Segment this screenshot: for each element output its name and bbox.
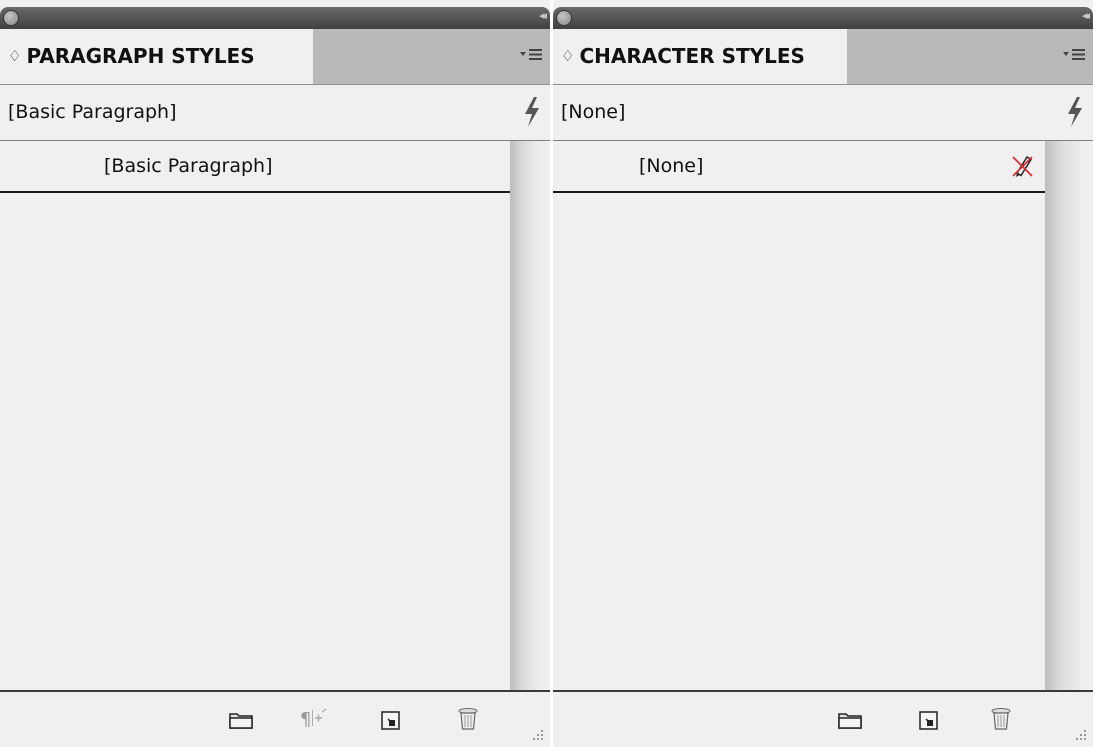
current-style-label: [Basic Paragraph] [8,101,177,123]
panel-footer [553,690,1093,747]
list-area: [Basic Paragraph] [0,141,510,691]
styles-list: [None] [553,140,1093,691]
resize-grip-icon[interactable] [528,725,544,741]
new-style-icon[interactable] [380,710,402,732]
scrollbar[interactable] [510,141,550,691]
panel-menu-icon [1063,49,1085,60]
panel-footer: ¶ [0,690,550,747]
style-name: [None] [639,155,704,177]
folder-icon[interactable] [228,710,254,730]
styles-list: [Basic Paragraph] [0,140,550,691]
trash-icon[interactable] [456,706,480,732]
character-styles-panel: ◂◂ ♢ CHARACTER STYLES [None] [None] [553,0,1093,747]
list-item[interactable]: [None] [553,141,1045,193]
paragraph-styles-panel: ◂◂ ♢ PARAGRAPH STYLES [Basic Paragraph] [… [0,0,550,747]
tab-bar: ♢ PARAGRAPH STYLES [0,29,550,85]
svg-text:¶: ¶ [300,709,311,730]
collapse-icon[interactable]: ◂◂ [1082,9,1090,22]
panel-menu-button[interactable] [518,43,544,67]
panel-titlebar[interactable]: ◂◂ [553,7,1093,29]
new-style-icon[interactable] [918,710,940,732]
clear-overrides-icon[interactable]: ¶ [300,707,330,731]
sort-arrows-icon: ♢ [8,47,22,65]
tab-character-styles[interactable]: ♢ CHARACTER STYLES [553,29,847,84]
panel-menu-button[interactable] [1061,43,1087,67]
lightning-bolt-icon[interactable] [522,96,542,128]
edit-disabled-icon [1012,155,1033,177]
tab-label: CHARACTER STYLES [579,44,805,68]
sort-arrows-icon: ♢ [561,47,575,65]
tab-paragraph-styles[interactable]: ♢ PARAGRAPH STYLES [0,29,313,84]
panel-titlebar[interactable]: ◂◂ [0,7,550,29]
close-button[interactable] [3,10,19,26]
folder-icon[interactable] [837,710,863,730]
current-style-label: [None] [561,101,626,123]
close-button[interactable] [556,10,572,26]
list-item[interactable]: [Basic Paragraph] [0,141,510,193]
style-name: [Basic Paragraph] [104,155,273,177]
current-style-row: [None] [553,85,1093,140]
tab-bar: ♢ CHARACTER STYLES [553,29,1093,85]
scrollbar[interactable] [1045,141,1093,691]
collapse-icon[interactable]: ◂◂ [539,9,547,22]
trash-icon[interactable] [989,706,1013,732]
tab-label: PARAGRAPH STYLES [26,44,255,68]
panel-menu-icon [520,49,542,60]
resize-grip-icon[interactable] [1071,725,1087,741]
list-area: [None] [553,141,1045,691]
lightning-bolt-icon[interactable] [1065,96,1085,128]
current-style-row: [Basic Paragraph] [0,85,550,140]
